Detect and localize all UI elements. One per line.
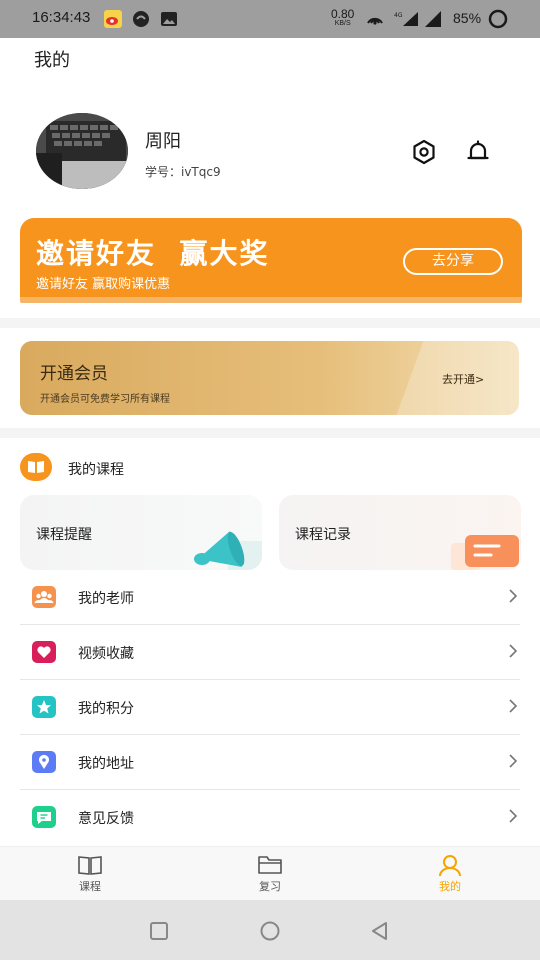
membership-card[interactable]: 开通会员 开通会员可免费学习所有课程 去开通> [20,341,519,415]
chat-bubble-icon [32,806,56,828]
document-icon [451,535,519,570]
tab-course[interactable]: 课程 [30,847,150,901]
membership-open-link[interactable]: 去开通> [442,371,484,387]
status-time: 16:34:43 [32,9,91,26]
menu-item-label: 我的老师 [78,591,134,607]
settings-button[interactable] [410,138,438,166]
chevron-right-icon [509,754,518,768]
page-title: 我的 [34,50,70,71]
my-courses-title: 我的课程 [68,462,124,478]
person-icon [439,855,461,877]
bottom-tab-bar: 课程 复习 我的 [0,846,540,900]
tab-mine[interactable]: 我的 [390,847,510,901]
recent-apps-icon[interactable] [149,921,169,941]
megaphone-icon [194,531,262,570]
svg-text:4G: 4G [394,12,403,19]
book-open-icon [20,453,52,481]
course-record-label: 课程记录 [295,527,351,543]
invite-subtitle: 邀请好友 赢取购课优惠 [36,277,171,292]
location-pin-icon [32,751,56,773]
hotspot-icon [367,17,383,25]
invite-title: 邀请好友 赢大奖 [36,237,270,270]
chevron-right-icon [509,589,518,603]
notifications-button[interactable] [464,138,492,166]
username: 周阳 [145,131,181,152]
section-divider [0,428,540,438]
menu-item-my-points[interactable]: 我的积分 [20,680,520,735]
avatar[interactable] [36,113,128,189]
bell-icon [467,140,489,160]
menu-item-label: 我的积分 [78,701,134,717]
share-button[interactable]: 去分享 [403,248,503,275]
chevron-right-icon [509,644,518,658]
tab-label: 课程 [79,880,101,893]
course-reminder-card[interactable]: 课程提醒 [20,495,262,570]
menu-item-my-address[interactable]: 我的地址 [20,735,520,790]
users-icon [32,586,56,608]
net-speed: 0.80 KB/S [331,7,355,27]
clock-app-icon [133,11,149,27]
back-icon[interactable] [369,920,391,942]
menu-item-label: 意见反馈 [78,811,134,827]
menu-item-label: 视频收藏 [78,646,134,662]
battery-icon [488,9,508,29]
book-icon [78,856,102,875]
course-reminder-label: 课程提醒 [36,527,92,543]
menu-item-feedback[interactable]: 意见反馈 [20,790,520,845]
signal-4g-icon: 4G [394,12,418,26]
membership-title: 开通会员 [40,364,108,384]
menu-list: 我的老师 视频收藏 我的积分 我的地址 意见反馈 [20,570,520,845]
gear-icon [413,139,435,165]
menu-item-my-teachers[interactable]: 我的老师 [20,570,520,625]
menu-item-video-favorites[interactable]: 视频收藏 [20,625,520,680]
home-icon[interactable] [259,920,281,942]
status-bar: 16:34:43 0.80 KB/S 4G 85% [0,0,540,38]
weibo-icon [104,10,122,28]
membership-subtitle: 开通会员可免费学习所有课程 [40,394,170,405]
folder-icon [258,856,282,874]
gallery-icon [161,12,177,26]
tab-label: 复习 [259,880,281,893]
system-nav-bar [0,900,540,960]
star-icon [32,696,56,718]
battery-percent: 85% [453,10,482,26]
tab-label: 我的 [439,880,461,893]
section-divider [0,318,540,328]
chevron-right-icon [509,699,518,713]
tab-review[interactable]: 复习 [210,847,330,901]
heart-icon [32,641,56,663]
invite-banner[interactable]: 邀请好友 赢大奖 邀请好友 赢取购课优惠 去分享 [20,218,522,303]
course-record-card[interactable]: 课程记录 [279,495,521,570]
signal-icon [425,11,441,27]
student-id: 学号：ivTqc9 [145,165,221,179]
menu-item-label: 我的地址 [78,756,134,772]
chevron-right-icon [509,809,518,823]
